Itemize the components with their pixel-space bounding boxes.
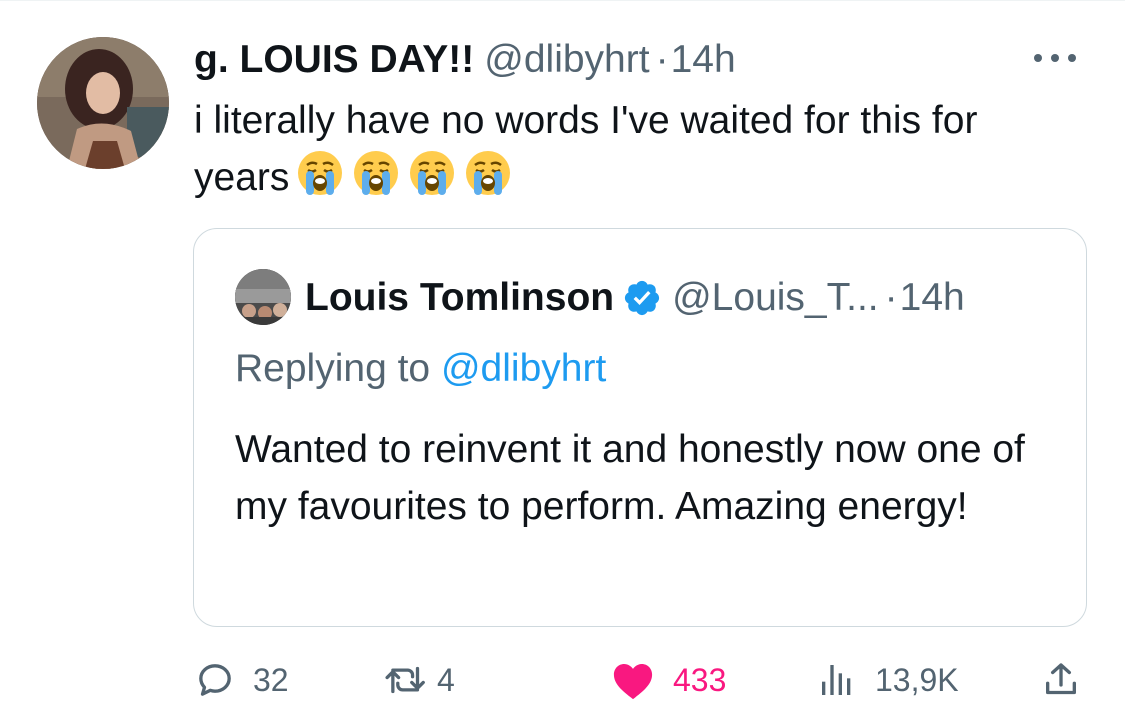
- retweet-icon: [385, 666, 425, 694]
- quoted-tweet-timestamp[interactable]: 14h: [900, 276, 965, 320]
- tweet-timestamp[interactable]: 14h: [671, 38, 736, 82]
- emoji-row: [297, 150, 511, 196]
- top-divider: [0, 0, 1125, 1]
- author-avatar[interactable]: [37, 37, 169, 169]
- ellipsis-icon: [1034, 54, 1076, 62]
- more-options-button[interactable]: [1028, 43, 1088, 73]
- share-icon: [1046, 663, 1076, 695]
- quoted-author-name[interactable]: Louis Tomlinson: [305, 276, 614, 320]
- quoted-author-handle[interactable]: @Louis_T...: [672, 276, 879, 320]
- share-button[interactable]: [1041, 650, 1081, 710]
- tweet-text-block: i literally have no words I've waited fo…: [194, 92, 1074, 206]
- header-separator: ·: [655, 38, 669, 81]
- reply-button[interactable]: 32: [195, 650, 289, 710]
- quoted-tweet-text: Wanted to reinvent it and honestly now o…: [235, 428, 1025, 528]
- like-button[interactable]: 433: [611, 650, 726, 710]
- loudly-crying-emoji: [465, 150, 511, 196]
- replying-to-handle[interactable]: @dlibyhrt: [441, 347, 606, 390]
- reply-icon: [199, 664, 231, 696]
- views-count: 13,9K: [875, 661, 959, 698]
- loudly-crying-emoji: [297, 150, 343, 196]
- loudly-crying-emoji: [409, 150, 455, 196]
- retweet-count: 4: [437, 661, 455, 698]
- reply-count: 32: [253, 661, 289, 698]
- replying-to-label: Replying to: [235, 347, 431, 390]
- quoted-tweet-header: Louis Tomlinson @Louis_T... · 14h: [305, 272, 965, 324]
- quoted-header-separator: ·: [884, 276, 898, 319]
- loudly-crying-emoji: [353, 150, 399, 196]
- author-handle[interactable]: @dlibyhrt: [484, 38, 649, 82]
- verified-badge-icon: [625, 280, 660, 316]
- quoted-tweet-card[interactable]: Louis Tomlinson @Louis_T... · 14h Replyi…: [193, 228, 1087, 627]
- like-count: 433: [673, 661, 727, 698]
- avatar-photo: [37, 37, 169, 169]
- quoted-author-avatar[interactable]: [235, 269, 291, 325]
- views-icon: [822, 665, 851, 695]
- heart-icon: [613, 664, 653, 700]
- tweet-header: g. LOUIS DAY!! @dlibyhrt · 14h: [194, 36, 736, 84]
- avatar-photo: [235, 269, 291, 325]
- replying-to-line: Replying to @dlibyhrt: [235, 347, 606, 391]
- tweet-action-bar: 32 4 433 13,9K: [193, 650, 1093, 710]
- views-button[interactable]: 13,9K: [817, 650, 959, 710]
- author-name[interactable]: g. LOUIS DAY!!: [194, 38, 474, 82]
- retweet-button[interactable]: 4: [383, 650, 455, 710]
